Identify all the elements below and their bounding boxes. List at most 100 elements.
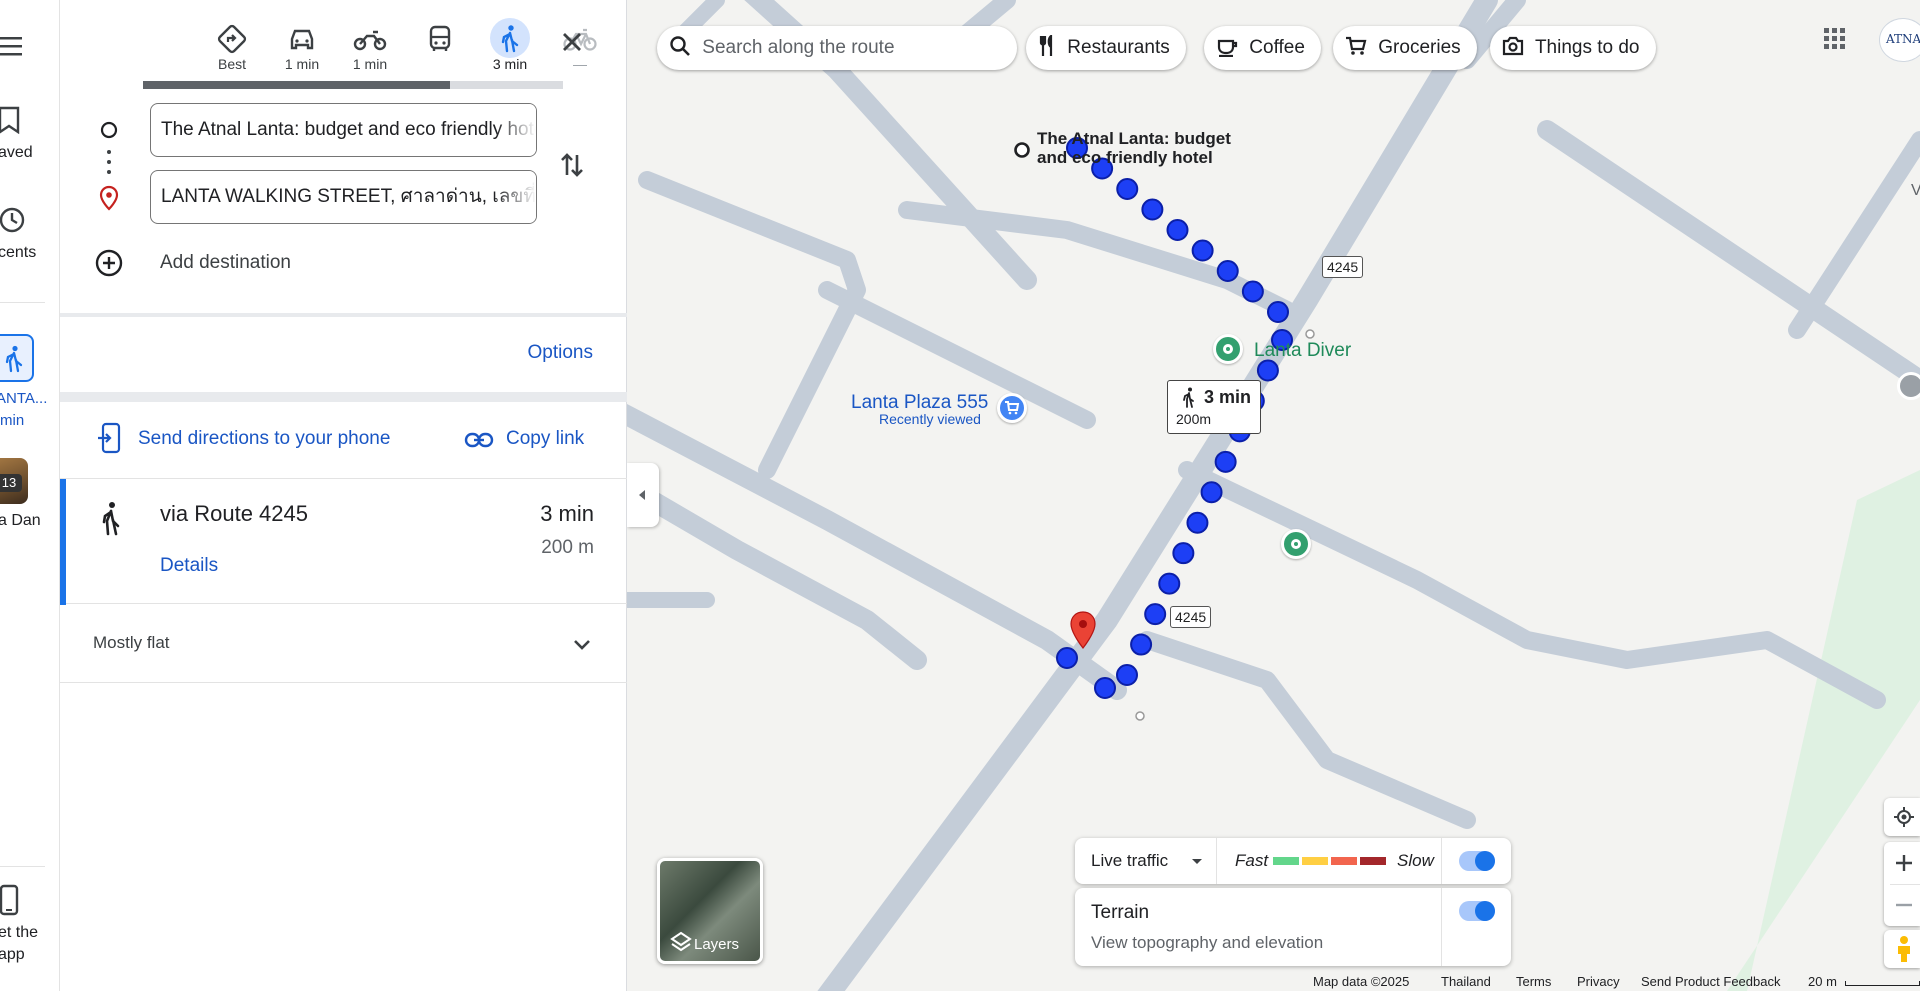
privacy-link[interactable]: Privacy <box>1577 974 1620 989</box>
elevation-summary-row[interactable]: Mostly flat <box>60 605 627 683</box>
route-details-link[interactable]: Details <box>160 555 218 577</box>
collapse-panel-button[interactable] <box>627 463 659 527</box>
chip-restaurants[interactable]: Restaurants <box>1026 26 1186 70</box>
get-app-line2: app <box>0 946 25 963</box>
send-to-phone-icon <box>98 422 121 454</box>
route-dot <box>1130 633 1153 656</box>
recent-directions-item[interactable]: ANTA... min <box>0 334 50 434</box>
dropdown-arrow-icon <box>1192 859 1202 864</box>
route-option-card[interactable]: via Route 4245 3 min 200 m Details <box>60 478 627 605</box>
map-country[interactable]: Thailand <box>1441 974 1491 989</box>
walk-time-callout[interactable]: 3 min 200m <box>1167 380 1261 434</box>
route-dot <box>1141 198 1164 221</box>
route-dot <box>1256 359 1279 382</box>
saved-button[interactable]: aved <box>0 104 50 164</box>
shopping-cart-marker[interactable] <box>997 393 1027 423</box>
zoom-out-icon[interactable] <box>1893 894 1915 916</box>
search-along-route-input[interactable]: Search along the route <box>657 26 1017 70</box>
account-avatar[interactable]: ATNAL <box>1879 18 1920 62</box>
feedback-link[interactable]: Send Product Feedback <box>1641 974 1780 989</box>
recents-button[interactable]: cents <box>0 204 50 264</box>
origin-marker[interactable] <box>1012 140 1032 160</box>
live-traffic-dropdown[interactable]: Live traffic <box>1075 838 1217 884</box>
chip-coffee-label: Coffee <box>1249 37 1305 58</box>
terrain-toggle[interactable] <box>1459 901 1495 921</box>
route-dot <box>1094 677 1116 699</box>
send-directions-label: Send directions to your phone <box>138 428 391 449</box>
apps-grid-icon[interactable] <box>1823 27 1847 51</box>
send-to-phone-button[interactable]: Send directions to your phone <box>96 420 436 460</box>
chip-groceries[interactable]: Groceries <box>1333 26 1477 70</box>
live-traffic-label: Live traffic <box>1091 851 1169 870</box>
my-location-button[interactable] <box>1884 798 1920 836</box>
origin-circle-icon <box>100 121 118 139</box>
mode-walking[interactable]: 3 min <box>482 18 538 80</box>
edge-poi-marker[interactable] <box>1897 372 1920 400</box>
recent-item-label: ANTA... <box>0 390 48 407</box>
terms-link[interactable]: Terms <box>1516 974 1551 989</box>
get-app-line1: et the <box>0 924 39 941</box>
restaurant-icon <box>1039 34 1053 57</box>
destination-pin-icon <box>99 185 119 211</box>
traffic-color-swatch <box>1273 857 1299 865</box>
route-dot <box>1200 481 1223 504</box>
chevron-down-icon <box>574 640 590 650</box>
chip-groceries-label: Groceries <box>1378 37 1461 58</box>
add-circle-icon <box>95 249 123 277</box>
directions-panel: Best 1 min 1 min 3 min — The Atnal Lanta… <box>60 0 627 991</box>
pegman-icon <box>1898 936 1910 962</box>
chip-coffee[interactable]: Coffee <box>1204 26 1321 70</box>
route-shield-lower: 4245 <box>1170 606 1212 628</box>
close-directions-button[interactable] <box>552 22 592 62</box>
mode-walking-label: 3 min <box>492 56 528 72</box>
add-destination-button[interactable]: Add destination <box>94 246 394 282</box>
route-dot <box>1214 450 1237 473</box>
cart-icon <box>1346 37 1367 56</box>
mode-best[interactable]: Best <box>204 18 260 80</box>
best-route-icon <box>217 24 247 54</box>
street-view-pegman[interactable] <box>1884 930 1920 968</box>
route-dot <box>1116 178 1139 200</box>
recent-place-item[interactable]: 13 a Dan <box>0 456 50 536</box>
add-destination-label: Add destination <box>160 252 291 273</box>
copy-link-button[interactable]: Copy link <box>464 420 604 460</box>
poi-green-marker[interactable] <box>1281 529 1311 559</box>
selected-route-accent <box>60 479 66 605</box>
bookmark-icon <box>0 106 20 134</box>
route-loading-bar <box>143 81 563 89</box>
chip-things-to-do[interactable]: Things to do <box>1490 26 1656 70</box>
origin-map-label[interactable]: The Atnal Lanta: budget and eco friendly… <box>1037 129 1231 167</box>
menu-icon[interactable] <box>0 36 24 56</box>
layers-button[interactable]: Layers <box>657 858 763 964</box>
route-duration: 3 min <box>540 501 594 526</box>
get-app-button[interactable]: et the app <box>0 880 50 970</box>
origin-input[interactable]: The Atnal Lanta: budget and eco friendly… <box>150 103 537 157</box>
lanta-diver-marker[interactable] <box>1213 334 1243 364</box>
traffic-divider <box>1441 838 1442 884</box>
terrain-description: View topography and elevation <box>1091 933 1324 952</box>
swap-button[interactable] <box>552 145 592 185</box>
destination-input[interactable]: LANTA WALKING STREET, ศาลาด่าน, เลขที่ <box>150 170 537 224</box>
route-dot <box>1166 219 1189 241</box>
route-shield-upper: 4245 <box>1322 256 1364 278</box>
history-icon <box>0 207 25 233</box>
options-button[interactable]: Options <box>528 342 593 364</box>
origin-fade <box>496 104 536 156</box>
mode-motorcycle[interactable]: 1 min <box>342 18 398 80</box>
camera-icon <box>1502 37 1524 56</box>
map-footer: Map data ©2025 Thailand Terms Privacy Se… <box>627 971 1920 991</box>
zoom-in-icon[interactable] <box>1893 852 1915 874</box>
mode-transit[interactable] <box>412 18 468 80</box>
map-scale-label[interactable]: 20 m <box>1808 974 1837 989</box>
destination-pin[interactable] <box>1069 610 1097 650</box>
mode-driving[interactable]: 1 min <box>274 18 330 80</box>
map-canvas[interactable]: Search along the route Restaurants Coffe… <box>627 0 1920 991</box>
lanta-diver-label[interactable]: Lanta Diver <box>1254 340 1351 362</box>
link-icon <box>464 432 494 448</box>
walk-distance: 200m <box>1176 411 1212 427</box>
live-traffic-toggle[interactable] <box>1459 851 1495 871</box>
mode-motorcycle-label: 1 min <box>352 56 388 72</box>
search-icon <box>670 36 690 57</box>
recent-item-time: min <box>0 412 25 429</box>
route-dots-icon <box>107 150 111 174</box>
